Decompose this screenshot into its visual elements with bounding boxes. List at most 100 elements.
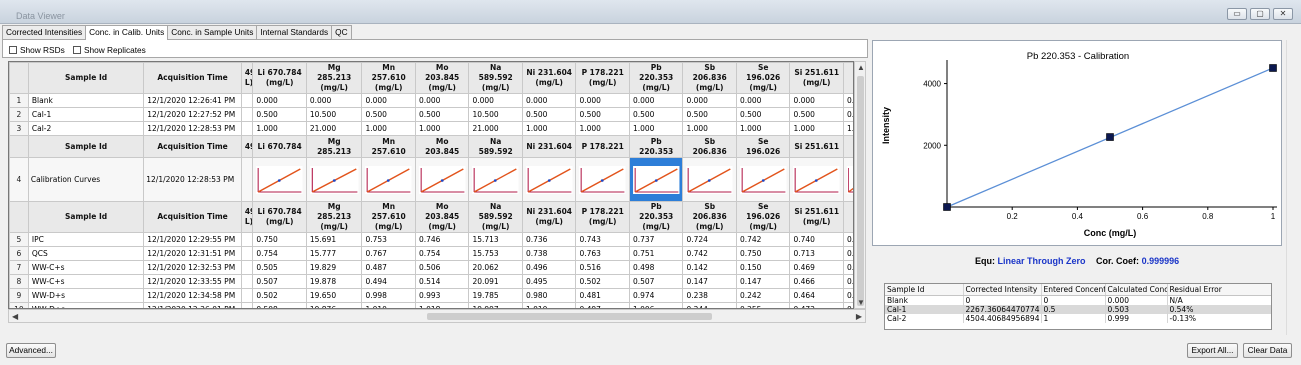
value-cell[interactable]: 19.878 (305, 274, 363, 289)
value-cell[interactable]: 21.000 (305, 121, 363, 136)
value-cell[interactable] (240, 260, 254, 275)
value-cell[interactable]: 1.000 (252, 121, 307, 136)
value-cell[interactable]: 0.767 (361, 246, 416, 261)
column-header[interactable]: Li 670.784 (252, 135, 307, 158)
minimize-button[interactable]: ▭ (1227, 8, 1247, 20)
value-cell[interactable]: 0.506 (414, 260, 470, 275)
value-cell[interactable]: 20.062 (468, 260, 523, 275)
value-cell[interactable]: 0.500 (842, 107, 853, 122)
column-header[interactable]: Residual Error (1167, 284, 1271, 296)
calibration-curve-thumbnail[interactable] (305, 157, 363, 202)
value-cell[interactable]: 1.000 (842, 121, 853, 136)
column-header[interactable]: Si 251.611 (mg/L) (789, 62, 844, 94)
row-number[interactable]: 7 (9, 260, 29, 275)
row-number[interactable]: 4 (9, 157, 29, 202)
value-cell[interactable]: 0.514 (414, 274, 470, 289)
calibration-curve-thumbnail[interactable] (628, 157, 684, 202)
column-header[interactable]: Na 589.592 (mg/L) (468, 62, 523, 94)
value-cell[interactable]: 0.498 (628, 260, 684, 275)
column-header[interactable]: Se 196.026 (mg/L) (735, 201, 791, 233)
table-row[interactable]: 1 Blank 12/1/2020 12:26:41 PM 0.000 0.000 0.0… (9, 93, 853, 108)
calibration-curve-thumbnail[interactable] (414, 157, 470, 202)
value-cell[interactable]: 0.496 (521, 260, 577, 275)
value-cell[interactable]: 0.974 (628, 288, 684, 303)
value-cell[interactable]: 15.691 (305, 232, 363, 247)
value-cell[interactable]: 0.000 (521, 93, 577, 108)
value-cell[interactable]: 0.743 (575, 232, 630, 247)
value-cell[interactable]: 0.754 (414, 246, 470, 261)
value-cell[interactable]: 0.494 (361, 274, 416, 289)
column-header[interactable]: Pb 220.353 (628, 135, 684, 158)
acquisition-time-cell[interactable]: 12/1/2020 12:27:52 PM (143, 107, 242, 122)
table-row[interactable]: 5 IPC 12/1/2020 12:29:55 PM 0.750 15.691 0.75… (9, 232, 853, 247)
column-header[interactable]: Mo 203.845 (mg/L) (414, 62, 470, 94)
acquisition-time-cell[interactable]: 12/1/2020 12:28:53 PM (143, 157, 242, 202)
calibration-results-table[interactable]: Sample Id Corrected Intensity Entered Conc… (884, 283, 1272, 330)
value-cell[interactable]: 0.147 (682, 274, 737, 289)
value-cell[interactable]: 0.000 (735, 93, 791, 108)
column-header[interactable]: Na 589.592 (468, 135, 523, 158)
value-cell[interactable] (240, 274, 254, 289)
value-cell[interactable]: 0.500 (361, 107, 416, 122)
tab-conc-sample-units[interactable]: Conc. in Sample Units (167, 25, 258, 39)
value-cell[interactable]: 0.487 (361, 260, 416, 275)
table-row[interactable]: 2 Cal-1 12/1/2020 12:27:52 PM 0.500 10.500 0.… (9, 107, 853, 122)
column-header[interactable]: Pb 220.353 (mg/L) (628, 201, 684, 233)
row-number[interactable]: 3 (9, 121, 29, 136)
value-cell[interactable]: 0.724 (682, 232, 737, 247)
column-header[interactable]: Sn 18 (mg (842, 62, 853, 94)
value-cell[interactable]: 0.500 (575, 107, 630, 122)
value-cell[interactable]: 1.000 (735, 121, 791, 136)
value-cell[interactable]: 0.740 (842, 232, 853, 247)
value-cell[interactable]: 0.000 (414, 93, 470, 108)
column-header[interactable]: Calculated Conc. (1105, 284, 1168, 296)
column-header[interactable]: Se 196.026 (mg/L) (735, 62, 791, 94)
value-cell[interactable]: 0.481 (575, 288, 630, 303)
acquisition-time-cell[interactable]: 12/1/2020 12:29:55 PM (143, 232, 242, 247)
value-cell[interactable]: 0.501 (842, 288, 853, 303)
calibration-curves-row[interactable]: 4 Calibration Curves 12/1/2020 12:28:53 PM (9, 157, 853, 202)
column-header[interactable]: Mo 203.845 (mg/L) (414, 201, 470, 233)
value-cell[interactable]: 19.650 (305, 288, 363, 303)
column-header[interactable]: Si 251.611 (mg/L) (789, 201, 844, 233)
value-cell[interactable]: 0.713 (789, 246, 844, 261)
value-cell[interactable]: 0.242 (735, 288, 791, 303)
column-header[interactable]: Acquisition Time (143, 62, 242, 94)
value-cell[interactable]: 0.500 (789, 107, 844, 122)
value-cell[interactable]: 0.740 (789, 232, 844, 247)
calibration-curve-thumbnail[interactable] (468, 157, 523, 202)
row-number[interactable]: 9 (9, 288, 29, 303)
row-number[interactable]: 8 (9, 274, 29, 289)
value-cell[interactable]: 10.500 (305, 107, 363, 122)
value-cell[interactable]: 0.738 (521, 246, 577, 261)
row-number[interactable]: 2 (9, 107, 29, 122)
column-header[interactable]: P 178.221 (mg/L) (575, 201, 630, 233)
scroll-thumb[interactable] (427, 313, 712, 320)
table-row[interactable]: Cal-1 2267.36064470774 0.5 0.503 0.54% (885, 304, 1271, 314)
row-number[interactable]: 1 (9, 93, 29, 108)
column-header[interactable]: Sample Id (27, 135, 145, 158)
value-cell[interactable]: 0.000 (628, 93, 684, 108)
acquisition-time-cell[interactable]: 12/1/2020 12:28:53 PM (143, 121, 242, 136)
column-header[interactable]: Acquisition Time (143, 201, 242, 233)
restore-button[interactable]: ▢ (1250, 8, 1270, 20)
data-grid[interactable]: Sample IdAcquisition Time490 L)Li 670.78… (8, 61, 854, 309)
tab-qc[interactable]: QC (331, 25, 352, 39)
column-header[interactable]: Sb 206.836 (mg/L) (682, 62, 737, 94)
calibration-curve-thumbnail[interactable] (575, 157, 630, 202)
sample-id-cell[interactable]: Cal-1 (27, 107, 145, 122)
sample-id-cell[interactable]: WW-C+s (27, 260, 145, 275)
column-header[interactable]: Mo 203.845 (414, 135, 470, 158)
close-button[interactable]: ✕ (1273, 8, 1293, 20)
sample-id-cell[interactable]: Calibration Curves (27, 157, 145, 202)
column-header[interactable]: Mg 285.213 (mg/L) (305, 62, 363, 94)
column-header[interactable]: Mn 257.610 (mg/L) (361, 201, 416, 233)
table-row[interactable]: 8 WW-C+s 12/1/2020 12:33:55 PM 0.507 19.878 0… (9, 274, 853, 289)
column-header[interactable]: 490 L) (240, 62, 254, 94)
value-cell[interactable]: 0.754 (252, 246, 307, 261)
value-cell[interactable]: 1.000 (361, 121, 416, 136)
sample-id-cell[interactable]: WW-D+s (27, 288, 145, 303)
value-cell[interactable]: 0.746 (414, 232, 470, 247)
value-cell[interactable]: 0.500 (628, 107, 684, 122)
column-header[interactable] (9, 62, 29, 94)
